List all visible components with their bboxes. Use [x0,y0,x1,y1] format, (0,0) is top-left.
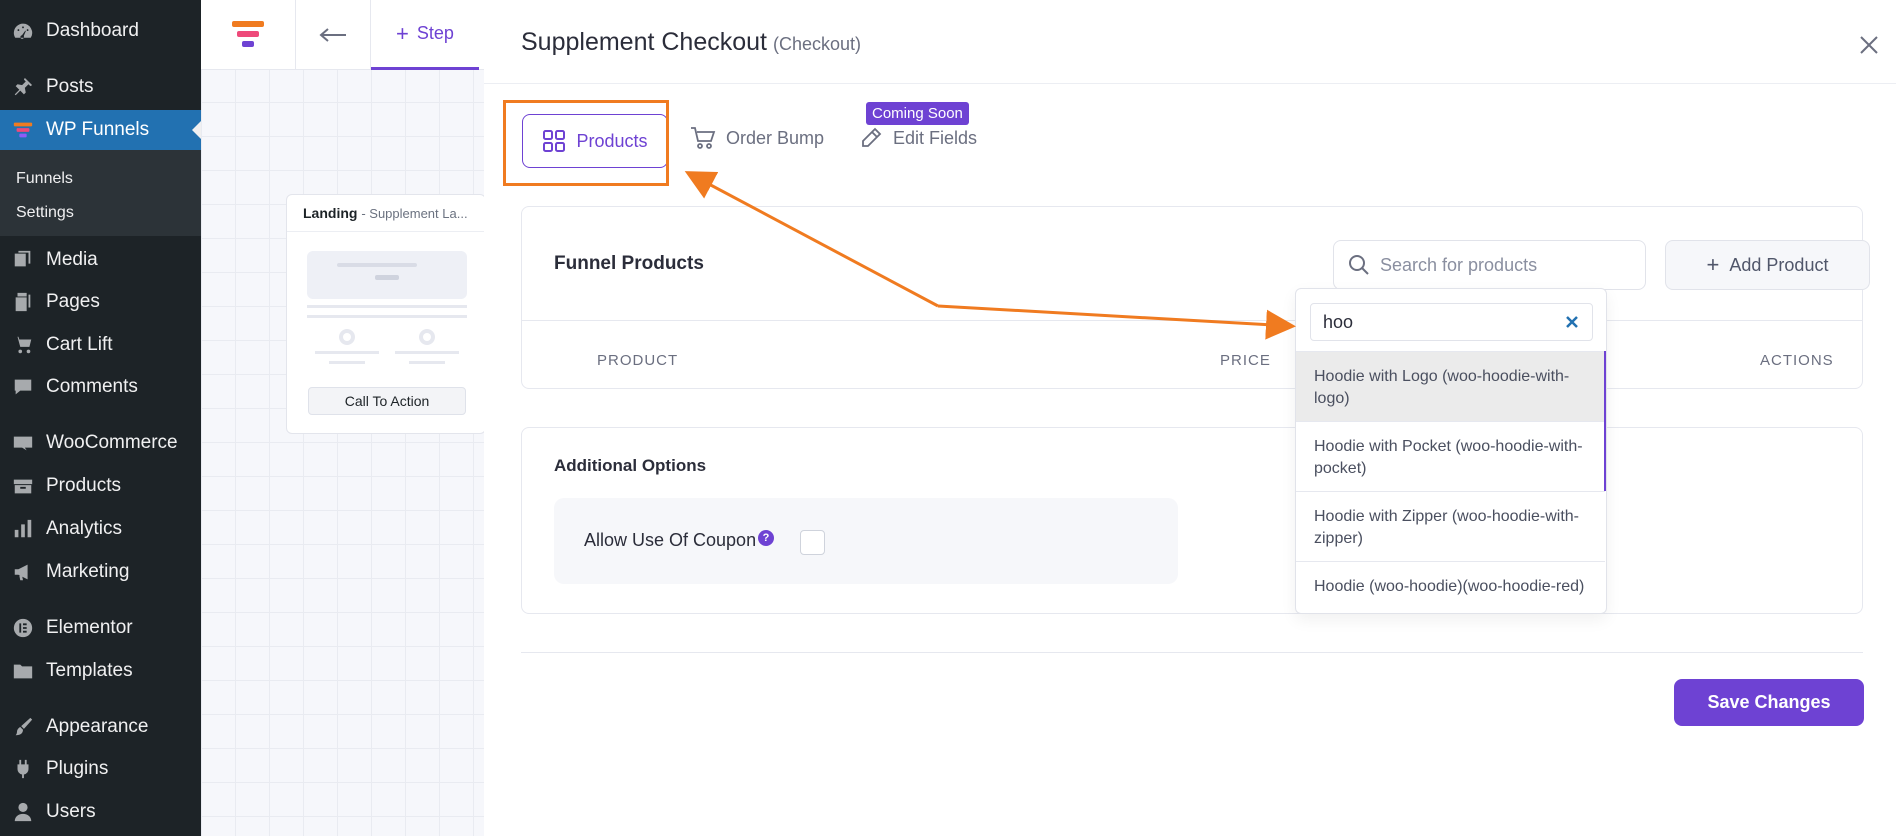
menu-item-products[interactable]: Products [0,466,201,506]
megaphone-icon [11,560,35,584]
plus-icon: + [1706,252,1720,277]
dropdown-option[interactable]: Hoodie (woo-hoodie)(woo-hoodie-red) [1296,561,1605,613]
node-title: Landing - Supplement La... [303,205,468,221]
dropdown-scrollbar[interactable] [1604,351,1606,491]
folder-icon [11,659,35,683]
canvas-toolbar: + Step [201,0,484,70]
menu-item-appearance[interactable]: Appearance [0,707,201,747]
product-search-dropdown: hoo Hoodie with Logo (woo-hoodie-with-lo… [1295,288,1607,614]
additional-options-card: Additional Options Allow Use Of Coupon ? [521,427,1863,614]
annotation-highlight-box [503,100,669,186]
menu-item-users[interactable]: Users [0,792,201,832]
bar-chart-icon [11,517,35,541]
panel-subtitle: (Checkout) [772,34,862,54]
dropdown-option[interactable]: Hoodie with Zipper (woo-hoodie-with-zipp… [1296,491,1605,561]
close-icon [1860,36,1878,54]
search-placeholder: Search for products [1380,254,1538,275]
pages-icon [11,290,35,314]
coming-soon-badge: Coming Soon [866,102,969,125]
dropdown-results-list: Hoodie with Logo (woo-hoodie-with-logo) … [1296,351,1606,613]
funnel-products-title: Funnel Products [554,253,704,274]
landing-step-node[interactable]: Landing - Supplement La... Call To Actio… [286,194,486,434]
menu-item-comments[interactable]: Comments [0,367,201,407]
menu-item-dashboard[interactable]: Dashboard [0,11,201,51]
column-product: PRODUCT [597,352,679,369]
menu-item-analytics[interactable]: Analytics [0,509,201,549]
funnel-logo-icon [232,21,264,47]
menu-item-media[interactable]: Media [0,240,201,280]
plus-icon: + [396,20,409,46]
product-search-input[interactable]: Search for products [1333,240,1646,290]
save-changes-button[interactable]: Save Changes [1674,679,1864,726]
menu-item-wp-funnels[interactable]: WP Funnels [0,110,201,150]
add-product-button[interactable]: + Add Product [1665,240,1870,290]
dashboard-icon [11,19,35,43]
menu-item-woocommerce[interactable]: WooCommerce [0,423,201,463]
menu-item-cart-lift[interactable]: Cart Lift [0,325,201,365]
column-actions: ACTIONS [1760,352,1834,369]
dropdown-option[interactable]: Hoodie with Logo (woo-hoodie-with-logo) [1296,351,1605,421]
help-icon[interactable]: ? [758,530,774,546]
header-divider [484,83,1896,84]
node-divider [287,231,485,232]
panel-title: Supplement Checkout (Checkout) [521,28,862,56]
submenu-item-settings[interactable]: Settings [16,204,74,222]
additional-options-title: Additional Options [554,456,707,475]
plug-icon [11,757,35,781]
products-table-header: PRODUCT PRICE ACTIONS [522,320,1862,390]
pencil-icon [862,127,882,147]
back-button[interactable] [296,0,371,70]
menu-item-pages[interactable]: Pages [0,282,201,322]
page-preview-illustration [307,251,467,364]
coupon-label: Allow Use Of Coupon [584,530,757,550]
woo-icon [11,431,35,455]
menu-item-posts[interactable]: Posts [0,67,201,107]
tab-edit-fields[interactable]: Edit Fields [859,126,977,150]
arrow-left-icon [319,28,346,42]
menu-item-templates[interactable]: Templates [0,651,201,691]
call-to-action-button[interactable]: Call To Action [308,387,466,415]
funnel-canvas[interactable]: + Step Landing - Supplement La... Call T… [201,0,486,836]
funnel-products-card: Funnel Products Search for products + Ad… [521,206,1870,390]
search-query: hoo [1323,311,1354,332]
elementor-icon [11,616,35,640]
wpfunnels-logo [201,0,296,70]
brush-icon [11,715,35,739]
menu-item-marketing[interactable]: Marketing [0,552,201,592]
footer-divider [521,652,1863,653]
tab-order-bump[interactable]: Order Bump [690,126,824,150]
search-icon [1349,255,1369,275]
cart-icon [11,333,35,357]
funnel-icon [11,118,35,142]
close-button[interactable] [1854,30,1884,60]
submenu-item-funnels[interactable]: Funnels [16,170,73,188]
menu-item-plugins[interactable]: Plugins [0,749,201,789]
wp-funnels-submenu: Funnels Settings [0,150,201,236]
media-icon [11,248,35,272]
dropdown-option[interactable]: Hoodie with Pocket (woo-hoodie-with-pock… [1296,421,1605,491]
box-icon [11,474,35,498]
pin-icon [11,75,35,99]
user-icon [11,800,35,824]
clear-icon[interactable] [1562,312,1582,332]
add-step-tab[interactable]: + Step [371,0,479,70]
step-settings-panel: Supplement Checkout (Checkout) Products O… [484,0,1896,836]
column-price: PRICE [1220,352,1271,369]
cart-icon [691,127,716,149]
menu-item-elementor[interactable]: Elementor [0,608,201,648]
wp-admin-sidebar: Dashboard Posts WP Funnels Funnels Setti… [0,0,201,836]
dropdown-search-field[interactable]: hoo [1310,303,1593,341]
coupon-option-row: Allow Use Of Coupon ? [554,498,1178,584]
coupon-checkbox[interactable] [800,530,825,555]
comment-icon [11,375,35,399]
